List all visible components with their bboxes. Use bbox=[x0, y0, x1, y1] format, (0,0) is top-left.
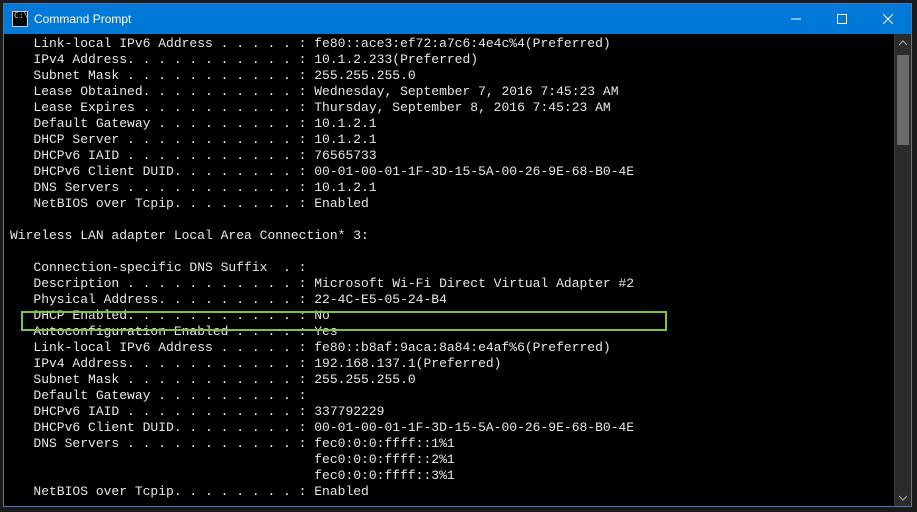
scroll-down-button[interactable] bbox=[895, 489, 911, 506]
window-title: Command Prompt bbox=[34, 12, 131, 26]
output-line: fec0:0:0:ffff::3%1 bbox=[10, 468, 894, 484]
physical-address-line: Physical Address. . . . . . . . . : 22-4… bbox=[10, 292, 894, 308]
scroll-track[interactable] bbox=[895, 51, 911, 489]
output-line: Default Gateway . . . . . . . . . : bbox=[10, 388, 894, 404]
output-line: Lease Obtained. . . . . . . . . . : Wedn… bbox=[10, 84, 894, 100]
output-line: Subnet Mask . . . . . . . . . . . : 255.… bbox=[10, 68, 894, 84]
output-line: Autoconfiguration Enabled . . . . : Yes bbox=[10, 324, 894, 340]
terminal-output[interactable]: Link-local IPv6 Address . . . . . : fe80… bbox=[4, 34, 894, 506]
output-line: Link-local IPv6 Address . . . . . : fe80… bbox=[10, 36, 894, 52]
blank-line bbox=[10, 212, 894, 228]
output-line: DNS Servers . . . . . . . . . . . : fec0… bbox=[10, 436, 894, 452]
output-line: DHCPv6 Client DUID. . . . . . . . : 00-0… bbox=[10, 420, 894, 436]
scroll-up-button[interactable] bbox=[895, 34, 911, 51]
output-line: Connection-specific DNS Suffix . : bbox=[10, 260, 894, 276]
output-line: Default Gateway . . . . . . . . . : 10.1… bbox=[10, 116, 894, 132]
output-line: DNS Servers . . . . . . . . . . . : 10.1… bbox=[10, 180, 894, 196]
output-line: DHCP Enabled. . . . . . . . . . . : No bbox=[10, 308, 894, 324]
adapter-header: Wireless LAN adapter Local Area Connecti… bbox=[10, 228, 894, 244]
output-line: Description . . . . . . . . . . . : Micr… bbox=[10, 276, 894, 292]
output-line: DHCPv6 Client DUID. . . . . . . . : 00-0… bbox=[10, 164, 894, 180]
cmd-icon: C:\ bbox=[12, 11, 28, 27]
output-line: DHCPv6 IAID . . . . . . . . . . . : 3377… bbox=[10, 404, 894, 420]
output-line: IPv4 Address. . . . . . . . . . . : 192.… bbox=[10, 356, 894, 372]
maximize-button[interactable] bbox=[819, 4, 865, 34]
output-line: DHCP Server . . . . . . . . . . . : 10.1… bbox=[10, 132, 894, 148]
titlebar[interactable]: C:\ Command Prompt bbox=[4, 4, 911, 34]
close-button[interactable] bbox=[865, 4, 911, 34]
scroll-thumb[interactable] bbox=[897, 55, 909, 145]
output-line: NetBIOS over Tcpip. . . . . . . . : Enab… bbox=[10, 196, 894, 212]
blank-line bbox=[10, 244, 894, 260]
chevron-down-icon bbox=[899, 494, 907, 502]
output-line: DHCPv6 IAID . . . . . . . . . . . : 7656… bbox=[10, 148, 894, 164]
scrollbar[interactable] bbox=[894, 34, 911, 506]
content-area: Link-local IPv6 Address . . . . . : fe80… bbox=[4, 34, 911, 506]
output-line: IPv4 Address. . . . . . . . . . . : 10.1… bbox=[10, 52, 894, 68]
close-icon bbox=[883, 14, 893, 24]
chevron-up-icon bbox=[899, 39, 907, 47]
minimize-icon bbox=[791, 14, 801, 24]
output-line: NetBIOS over Tcpip. . . . . . . . : Enab… bbox=[10, 484, 894, 500]
output-line: fec0:0:0:ffff::2%1 bbox=[10, 452, 894, 468]
output-line: Subnet Mask . . . . . . . . . . . : 255.… bbox=[10, 372, 894, 388]
output-line: Link-local IPv6 Address . . . . . : fe80… bbox=[10, 340, 894, 356]
minimize-button[interactable] bbox=[773, 4, 819, 34]
command-prompt-window: C:\ Command Prompt Link-local IPv6 Addre… bbox=[3, 3, 912, 507]
maximize-icon bbox=[837, 14, 847, 24]
output-line: Lease Expires . . . . . . . . . . : Thur… bbox=[10, 100, 894, 116]
